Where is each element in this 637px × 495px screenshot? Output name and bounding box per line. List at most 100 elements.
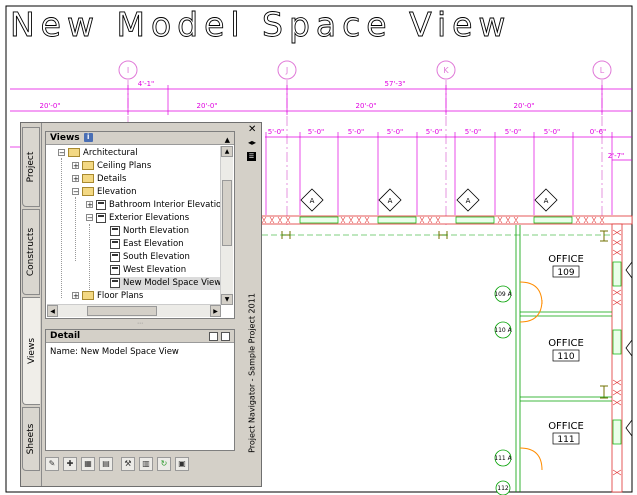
palette-tab-strip: Project Constructs Views Sheets [21,123,42,486]
preview-toggle-icon[interactable] [221,332,230,341]
palette-title-bar[interactable]: ✕ ◂▸ ☰ Project Navigator - Sample Projec… [243,123,261,486]
reports-icon[interactable]: ▣ [175,457,189,471]
view-title: New Model Space View [10,5,511,44]
svg-text:J: J [285,66,288,75]
repath-project-icon[interactable]: ▥ [139,457,153,471]
dimension-label: 57'-3" [384,80,405,88]
tab-sheets[interactable]: Sheets [22,407,40,471]
folder-icon [82,174,94,183]
tree-item-bathroom-interior-elevations[interactable]: + Bathroom Interior Elevations [86,199,222,212]
collapse-toggle-icon[interactable]: − [72,188,79,196]
new-detail-view-icon[interactable]: ✚ [63,457,77,471]
tree-item-floor-plans[interactable]: + Floor Plans [72,290,143,303]
tree-item-architectural[interactable]: − Architectural [58,147,138,160]
svg-text:A: A [310,197,315,205]
grid-bubble-i: I [118,60,138,80]
dimension-label: 0'-6" [590,128,607,136]
tree-item-south-elevation[interactable]: South Elevation [110,251,190,264]
properties-menu-icon[interactable]: ☰ [247,152,256,161]
tab-constructs[interactable]: Constructs [22,209,40,295]
grid-bubble-k: K [436,60,456,80]
tab-views[interactable]: Views [22,297,40,405]
expand-toggle-icon[interactable]: + [72,292,79,300]
tree-vertical-scrollbar[interactable]: ▲ ▼ [220,146,233,305]
tree-item-details[interactable]: + Details [72,173,126,186]
refresh-icon[interactable]: ↻ [157,457,171,471]
scroll-down-arrow-icon[interactable]: ▼ [221,294,233,305]
tree-item-east-elevation[interactable]: East Elevation [110,238,184,251]
view-icon [110,251,120,262]
room-tag-110: OFFICE 110 [548,338,584,362]
dimension-label: 5'-0" [426,128,443,136]
svg-text:L: L [600,66,605,75]
expand-toggle-icon[interactable]: + [86,201,93,209]
tab-project[interactable]: Project [22,127,40,207]
tree-item-exterior-elevations[interactable]: − Exterior Elevations [86,212,189,225]
scroll-thumb[interactable] [222,180,232,246]
tree-item-elevation[interactable]: − Elevation [72,186,136,199]
door-tag: 112 [497,485,509,492]
door-tag: 110 A [494,327,512,334]
tree-horizontal-scrollbar[interactable]: ◀ ▶ [47,304,221,317]
scroll-up-arrow-icon[interactable]: ▲ [221,146,233,157]
dimension-label: 20'-0" [196,102,217,110]
scroll-thumb[interactable] [87,306,157,316]
view-icon [110,225,120,236]
grid-bubble-j: J [277,60,297,80]
dimension-label: 5'-0" [268,128,285,136]
detail-name-text: Name: New Model Space View [50,347,179,357]
tree-item-north-elevation[interactable]: North Elevation [110,225,189,238]
tree-connector [75,197,76,261]
svg-text:A: A [466,197,471,205]
regenerate-views-icon[interactable]: ⚒ [121,457,135,471]
view-folder-icon [96,212,106,223]
door-tags: 109 A 110 A 111 A 112 [494,285,513,495]
detail-view-toggle-icon[interactable] [209,332,218,341]
info-icon[interactable]: i [83,133,93,142]
window-tag: A [300,188,324,212]
dimension-label: 20'-0" [513,102,534,110]
project-navigator-palette[interactable]: Project Constructs Views Sheets Views i ▲… [20,122,262,487]
dimension-label: 5'-0" [308,128,325,136]
tree-item-west-elevation[interactable]: West Elevation [110,264,186,277]
open-folder-icon [68,148,80,157]
auto-hide-icon[interactable]: ◂▸ [248,139,256,147]
room-tag-111: OFFICE 111 [548,421,584,445]
window-tag-partial [625,260,633,438]
scroll-left-arrow-icon[interactable]: ◀ [47,305,58,317]
window-tag: A [456,188,480,212]
expand-toggle-icon[interactable]: + [72,175,79,183]
tree-connector [89,224,90,292]
folder-icon [82,161,94,170]
exterior-wall-top [259,215,633,225]
dimension-label: 5'-0" [387,128,404,136]
svg-text:A: A [388,197,393,205]
new-view-icon[interactable]: ✎ [45,457,59,471]
collapse-toggle-icon[interactable]: − [58,149,65,157]
detail-panel-header: Detail [46,330,234,343]
door-tag: 111 A [494,455,512,462]
new-section-view-icon[interactable]: ▦ [81,457,95,471]
view-icon [110,277,120,288]
collapse-toggle-icon[interactable]: − [86,214,93,222]
new-elevation-view-icon[interactable]: ▤ [99,457,113,471]
svg-text:109: 109 [557,268,574,278]
panel-splitter[interactable]: ⋯ [45,321,235,327]
scroll-right-arrow-icon[interactable]: ▶ [210,305,221,317]
expand-toggle-icon[interactable]: + [72,162,79,170]
tree-item-new-model-space-view[interactable]: New Model Space View [110,277,222,290]
close-icon[interactable]: ✕ [248,125,256,135]
grid-bubble-l: L [592,60,612,80]
palette-toolbar: ✎ ✚ ▦ ▤ ⚒ ▥ ↻ ▣ [45,457,235,473]
window-tag: A [378,188,402,212]
open-folder-icon [82,187,94,196]
views-tree[interactable]: − Architectural + Ceiling Plans + Details −… [48,147,222,305]
room-tag-109: OFFICE 109 [548,254,584,278]
tree-item-ceiling-plans[interactable]: + Ceiling Plans [72,160,151,173]
folder-icon [82,291,94,300]
door-tag: 109 A [494,291,512,298]
views-panel: Views i ▲ − Architectural + Ceiling Plans +… [45,131,235,319]
dimension-label: 5'-0" [465,128,482,136]
dimension-label: 20'-0" [39,102,60,110]
svg-text:110: 110 [557,352,574,362]
